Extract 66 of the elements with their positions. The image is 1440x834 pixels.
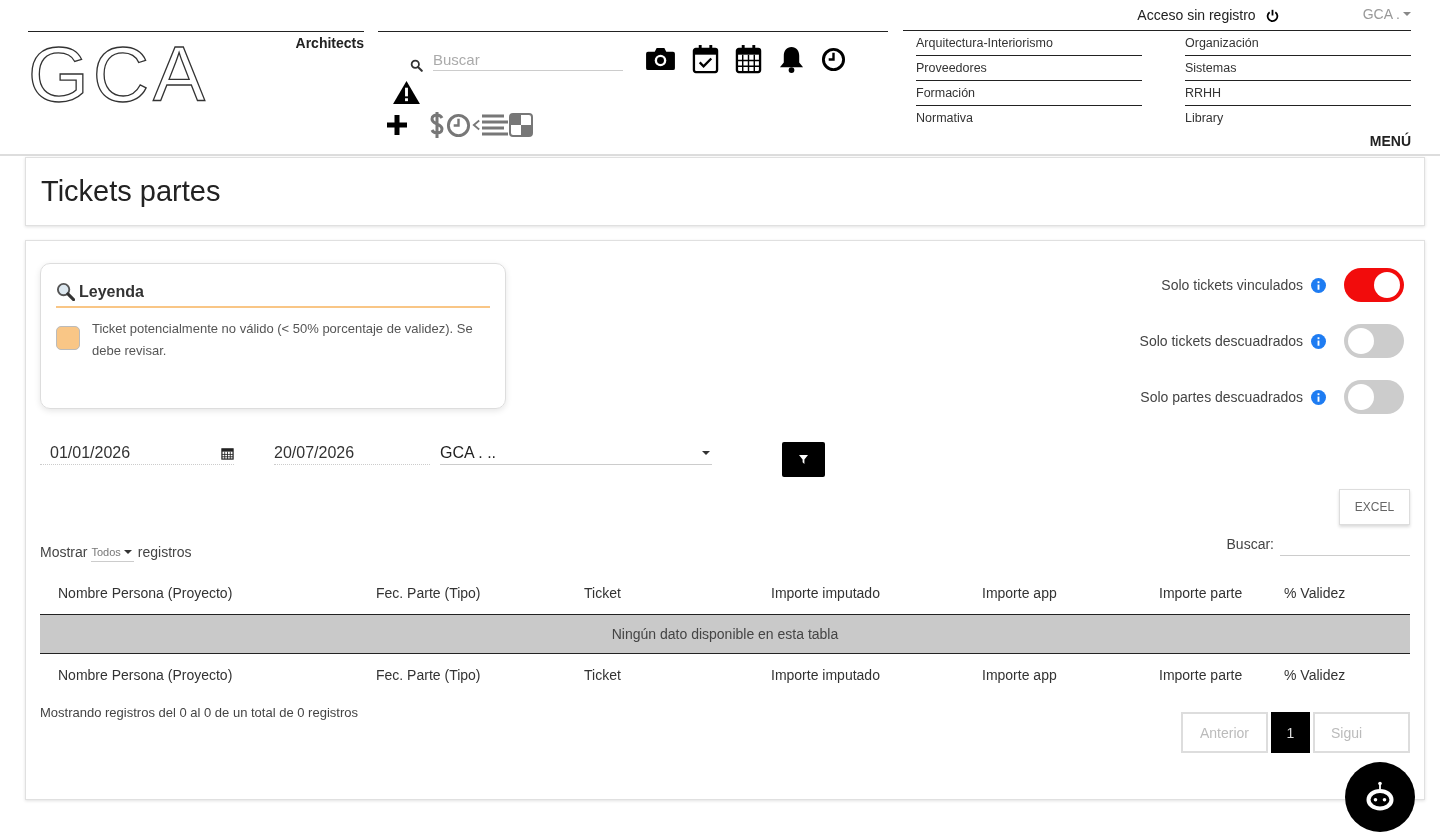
search-icon[interactable] <box>410 59 423 72</box>
toggle-switch[interactable] <box>1344 324 1404 358</box>
info-icon[interactable] <box>1311 389 1326 405</box>
filter-icon <box>799 455 808 464</box>
legend-text: Ticket potencialmente no válido (< 50% porcentaje de validez). Se debe revisar. <box>92 320 474 360</box>
menu-button[interactable]: MENÚ <box>1369 133 1411 149</box>
access-link[interactable]: Acceso sin registro <box>1137 7 1256 23</box>
chevron-icon[interactable] <box>472 118 481 132</box>
date-field[interactable]: 01/01/2026 <box>40 444 234 465</box>
column-header[interactable]: Ticket <box>566 585 753 601</box>
empty-message: Ningún dato disponible en esta tabla <box>40 615 1410 654</box>
dollar-icon[interactable] <box>429 111 445 139</box>
page-title: Tickets partes <box>41 175 221 208</box>
menu-link[interactable]: RRHH <box>1185 81 1411 106</box>
company-select[interactable]: GCA . .. <box>440 444 712 465</box>
column-header[interactable]: Fec. Parte (Tipo) <box>358 585 566 601</box>
column-footer: % Validez <box>1266 667 1410 683</box>
info-icon[interactable] <box>1311 277 1326 293</box>
menu-link[interactable]: Arquitectura-Interiorismo <box>916 31 1142 56</box>
date-field[interactable]: 20/07/2026 <box>274 444 430 465</box>
calendar-icon[interactable] <box>221 446 234 460</box>
column-header[interactable]: Nombre Persona (Proyecto) <box>40 585 358 601</box>
toggle-label: Solo tickets descuadrados <box>1139 333 1303 349</box>
plus-icon[interactable] <box>385 113 409 137</box>
column-footer: Nombre Persona (Proyecto) <box>40 667 358 683</box>
toggle-label: Solo partes descuadrados <box>1140 389 1303 405</box>
lines-icon[interactable] <box>482 114 508 136</box>
logo[interactable]: GCA <box>28 39 210 109</box>
show-label: registros <box>137 543 192 560</box>
column-header[interactable]: % Validez <box>1266 585 1410 601</box>
excel-button[interactable]: EXCEL <box>1339 489 1410 525</box>
column-footer: Fec. Parte (Tipo) <box>358 667 566 683</box>
column-footer: Importe parte <box>1141 667 1266 683</box>
magnifier-icon <box>56 282 75 301</box>
legend-title: Leyenda <box>79 282 144 301</box>
search-label: Buscar: <box>1226 535 1274 552</box>
menu-link[interactable]: Organización <box>1185 31 1411 56</box>
menu-link[interactable]: Normativa <box>916 106 1142 130</box>
clock-icon[interactable] <box>821 47 846 72</box>
menu-link[interactable]: Library <box>1185 106 1411 130</box>
menu-link[interactable]: Formación <box>916 81 1142 106</box>
column-header[interactable]: Importe parte <box>1141 585 1266 601</box>
table-info: Mostrando registros del 0 al 0 de un total de 0 registros <box>40 705 358 722</box>
column-footer: Importe app <box>964 667 1141 683</box>
column-footer: Ticket <box>566 667 753 683</box>
column-header[interactable]: Importe app <box>964 585 1141 601</box>
toggle-label: Solo tickets vinculados <box>1161 277 1303 293</box>
toggle-switch[interactable] <box>1344 380 1404 414</box>
menu-link[interactable]: Proveedores <box>916 56 1142 81</box>
calendar-icon[interactable] <box>735 45 762 74</box>
camera-icon[interactable] <box>645 47 676 72</box>
page-size-select[interactable]: Todos <box>91 541 134 562</box>
filter-button[interactable] <box>782 442 825 477</box>
show-label: Mostrar <box>40 543 88 560</box>
toggle-switch[interactable] <box>1344 268 1404 302</box>
column-footer: Importe imputado <box>753 667 964 683</box>
calendar-check-icon[interactable] <box>692 45 719 74</box>
checker-icon[interactable] <box>509 113 533 137</box>
brand-tagline: Architects <box>295 35 364 51</box>
power-icon[interactable] <box>1265 8 1279 22</box>
menu-link[interactable]: Sistemas <box>1185 56 1411 81</box>
pagination-button[interactable]: 1 <box>1271 712 1310 753</box>
column-header[interactable]: Importe imputado <box>753 585 964 601</box>
warning-icon[interactable] <box>392 80 421 105</box>
bell-icon[interactable] <box>778 45 805 74</box>
info-icon[interactable] <box>1311 333 1326 349</box>
